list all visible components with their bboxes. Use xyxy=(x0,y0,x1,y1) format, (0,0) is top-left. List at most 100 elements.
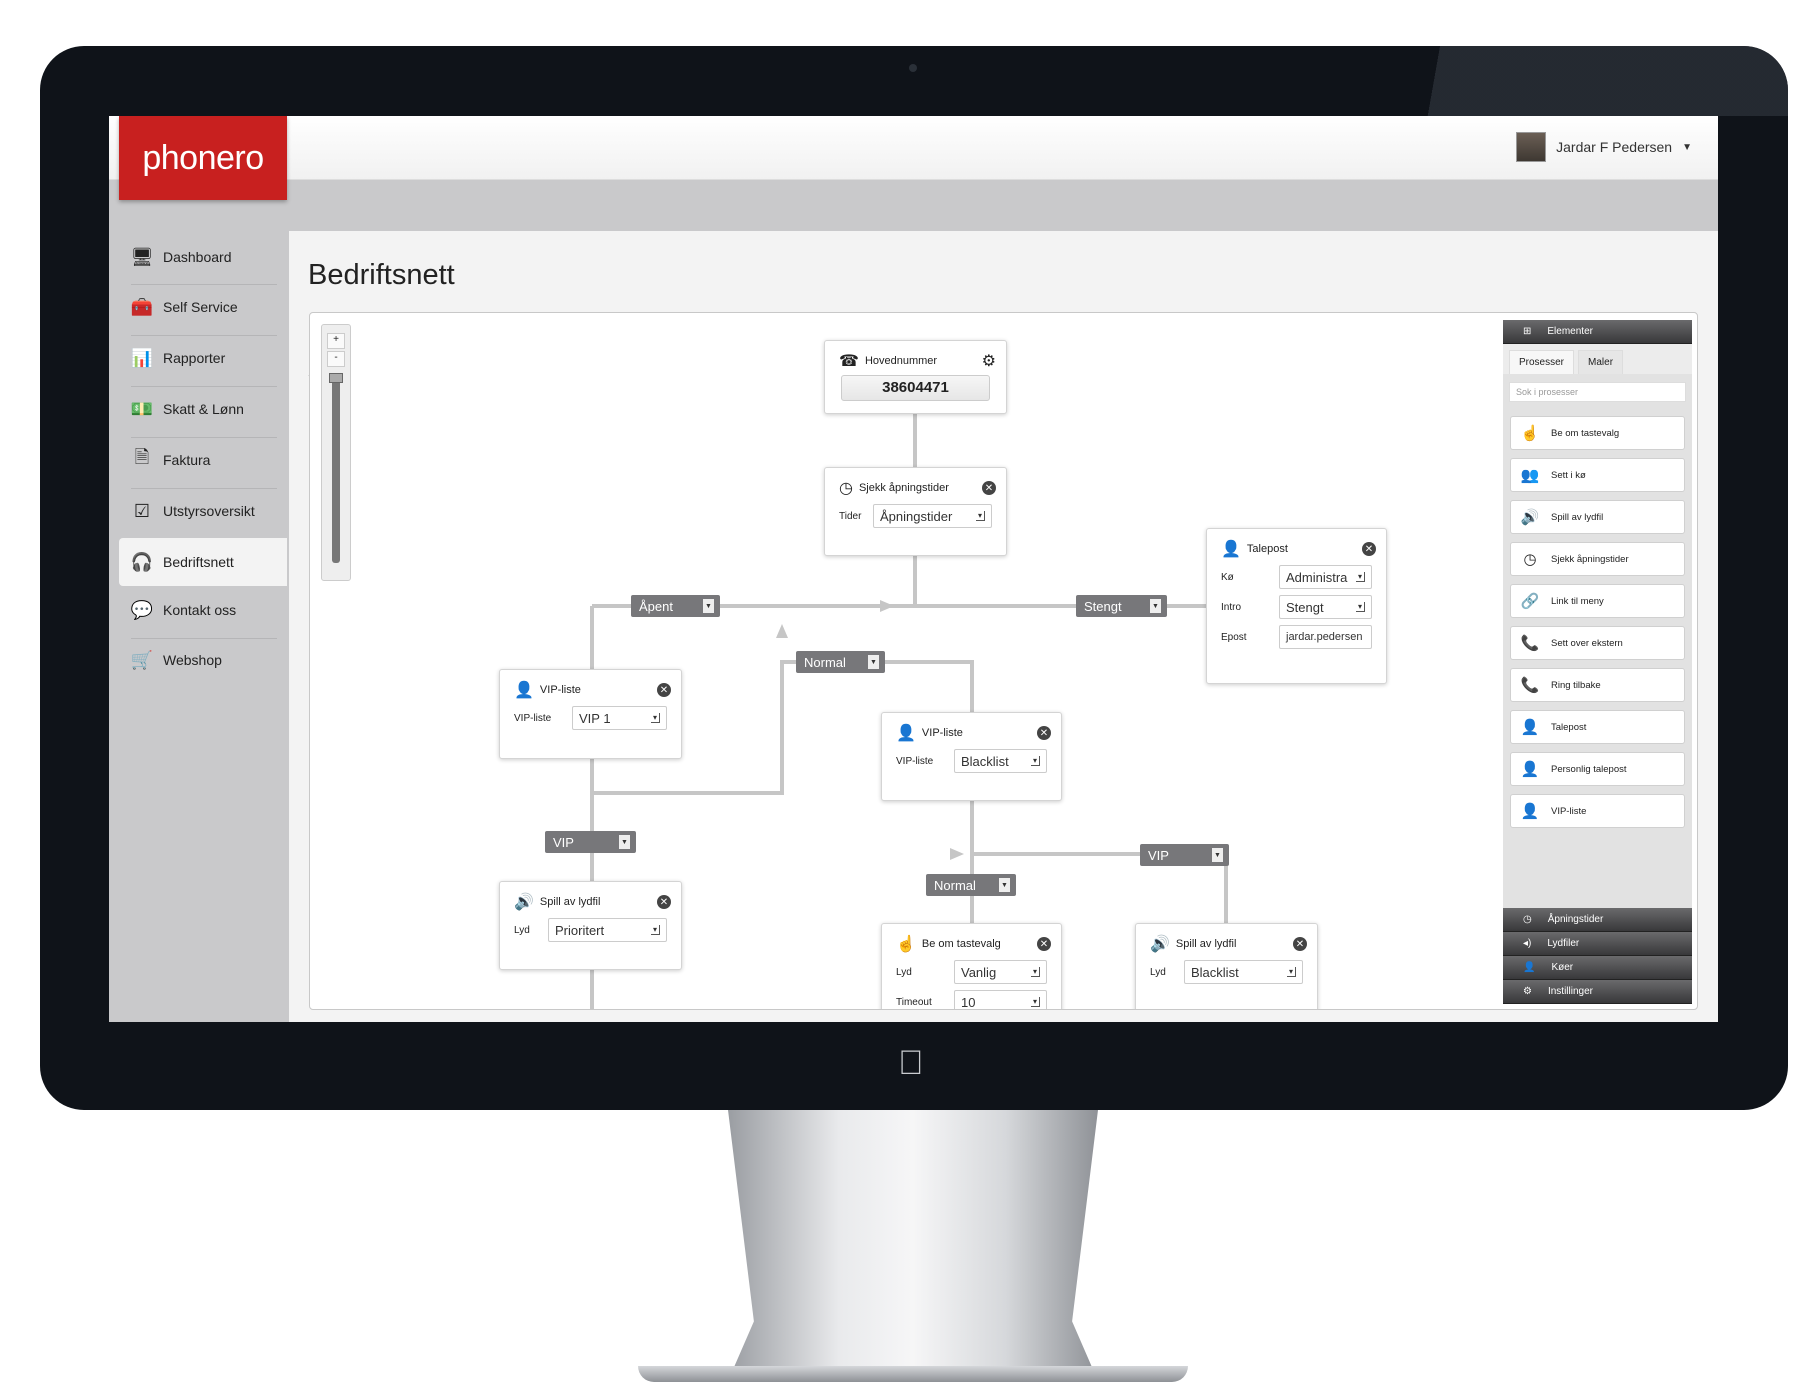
avatar xyxy=(1516,132,1547,162)
branch-stengt[interactable]: Stengt ▼ xyxy=(1076,595,1167,617)
timeout-select[interactable]: 10 ▾ xyxy=(954,990,1047,1009)
queue-icon: 👥 xyxy=(1520,467,1540,484)
user-icon: 👤 xyxy=(1523,962,1536,973)
process-talepost[interactable]: 👤 Talepost xyxy=(1510,710,1685,744)
toolbox-icon: 🧰 xyxy=(130,296,154,317)
report-icon: 📊 xyxy=(130,347,154,368)
branch-vip[interactable]: VIP ▼ xyxy=(545,831,636,853)
intro-select[interactable]: Stengt ▾ xyxy=(1279,595,1372,619)
node-hovednummer[interactable]: ☎ Hovednummer ⚙ 38604471 xyxy=(824,340,1007,414)
process-personlig-talepost[interactable]: 👤 Personlig talepost xyxy=(1510,752,1685,786)
page-title: Bedriftsnett xyxy=(308,259,455,291)
close-icon[interactable]: ✕ xyxy=(1037,726,1051,740)
clock-icon: ◷ xyxy=(1523,551,1537,568)
monitor-stand xyxy=(728,1110,1098,1381)
keypad-icon: ☝ xyxy=(1520,425,1540,442)
node-spill-av-lydfil-2[interactable]: 🔊 Spill av lydfil ✕ Lyd Blacklist ▾ xyxy=(1135,923,1318,1009)
sidebar: 🖥 Dashboard 🧰 Self Service 📊 Rapporter 💵 Ska… xyxy=(109,231,287,1022)
branch-apent[interactable]: Åpent ▼ xyxy=(631,595,720,617)
user-icon: 👤 xyxy=(1520,803,1540,820)
node-sjekk-apningstider[interactable]: ◷ Sjekk åpningstider ✕ Tider Åpningstider ▾ xyxy=(824,467,1007,556)
lyd-select[interactable]: Prioritert ▾ xyxy=(548,918,667,942)
node-be-om-tastevalg[interactable]: ☝ Be om tastevalg ✕ Lyd Vanlig ▾ Timeout 10 ▾ xyxy=(881,923,1062,1009)
node-spill-av-lydfil[interactable]: 🔊 Spill av lydfil ✕ Lyd Prioritert ▾ xyxy=(499,881,682,970)
top-header: Jardar F Pedersen ▼ xyxy=(109,116,1718,180)
node-vip-liste[interactable]: 👤 VIP-liste ✕ VIP-liste VIP 1 ▾ xyxy=(499,669,682,759)
lyd-select-2[interactable]: Vanlig ▾ xyxy=(954,960,1047,984)
sidebar-item-self-service[interactable]: 🧰 Self Service xyxy=(119,283,287,331)
search-input[interactable]: Sok i prosesser xyxy=(1509,382,1686,402)
footer-instillinger[interactable]: ⚙ Instillinger xyxy=(1503,980,1692,1004)
close-icon[interactable]: ✕ xyxy=(1037,937,1051,951)
speaker-icon: 🔊 xyxy=(514,894,534,911)
close-icon[interactable]: ✕ xyxy=(1293,937,1307,951)
monitor-icon: 🖥 xyxy=(130,246,154,267)
chevron-down-icon: ▼ xyxy=(1682,141,1692,153)
bezel-glare xyxy=(1400,46,1788,116)
node-talepost[interactable]: 👤 Talepost ✕ Kø Administra ▾ Intro Stengt ▾ Ep… xyxy=(1206,528,1387,684)
footer-koer[interactable]: 👤 Køer xyxy=(1503,956,1692,980)
speaker-icon: ◂) xyxy=(1523,938,1532,949)
process-spill-av-lydfil[interactable]: 🔊 Spill av lydfil xyxy=(1510,500,1685,534)
ko-select[interactable]: Administra ▾ xyxy=(1279,565,1372,589)
close-icon[interactable]: ✕ xyxy=(657,683,671,697)
user-icon: 👤 xyxy=(514,682,534,699)
process-sett-over-ekstern[interactable]: 📞 Sett over ekstern xyxy=(1510,626,1685,660)
epost-input[interactable]: jardar.pedersen xyxy=(1279,625,1372,649)
main-content: Bedriftsnett + - ☎ Hovednummer ⚙ 38604471 … xyxy=(289,231,1718,1022)
keypad-icon: ☝ xyxy=(896,936,916,953)
sidebar-item-faktura[interactable]: 🗎 Faktura xyxy=(119,436,287,484)
branch-normal-2[interactable]: Normal ▼ xyxy=(926,874,1016,896)
sidebar-item-bedriftsnett[interactable]: 🎧 Bedriftsnett xyxy=(119,538,287,586)
close-icon[interactable]: ✕ xyxy=(982,481,996,495)
gear-icon: ⚙ xyxy=(1523,986,1532,997)
sidebar-item-dashboard[interactable]: 🖥 Dashboard xyxy=(119,233,287,281)
monitor-foot xyxy=(638,1366,1188,1382)
cart-icon: 🛒 xyxy=(130,649,154,670)
tider-select[interactable]: Åpningstider ▾ xyxy=(873,504,992,528)
sidebar-item-skatt[interactable]: 💵 Skatt & Lønn xyxy=(119,385,287,433)
close-icon[interactable]: ✕ xyxy=(1362,542,1376,556)
tab-maler[interactable]: Maler xyxy=(1578,350,1624,374)
branch-vip-2[interactable]: VIP ▼ xyxy=(1140,844,1229,866)
callback-icon: 📞 xyxy=(1520,677,1540,694)
apple-logo-icon:  xyxy=(898,1044,924,1083)
transfer-icon: 📞 xyxy=(1520,635,1540,652)
process-sett-i-ko[interactable]: 👥 Sett i kø xyxy=(1510,458,1685,492)
sidebar-item-webshop[interactable]: 🛒 Webshop xyxy=(119,636,287,684)
node-vip-liste-2[interactable]: 👤 VIP-liste ✕ VIP-liste Blacklist ▾ xyxy=(881,712,1062,801)
clock-icon: ◷ xyxy=(1523,914,1532,925)
money-icon: 💵 xyxy=(130,398,154,419)
vip-liste-select[interactable]: VIP 1 ▾ xyxy=(572,706,667,730)
process-vip-liste[interactable]: 👤 VIP-liste xyxy=(1510,794,1685,828)
hierarchy-icon: ⊞ xyxy=(1523,326,1532,337)
phone-icon: ☎ xyxy=(839,353,859,370)
elements-header: ⊞ Elementer xyxy=(1503,320,1692,344)
vip-liste-select-2[interactable]: Blacklist ▾ xyxy=(954,749,1047,773)
lyd-select-3[interactable]: Blacklist ▾ xyxy=(1184,960,1303,984)
headset-icon: 🎧 xyxy=(130,551,154,572)
sidebar-item-utstyrsoversikt[interactable]: ☑ Utstyrsoversikt xyxy=(119,487,287,535)
footer-lydfiler[interactable]: ◂) Lydfiler xyxy=(1503,932,1692,956)
branch-normal[interactable]: Normal ▼ xyxy=(796,651,885,673)
user-icon: 👤 xyxy=(1221,541,1241,558)
sidebar-item-kontakt[interactable]: 💬 Kontakt oss xyxy=(119,586,287,634)
document-icon: 🗎 xyxy=(134,447,150,467)
close-icon[interactable]: ✕ xyxy=(657,895,671,909)
process-ring-tilbake[interactable]: 📞 Ring tilbake xyxy=(1510,668,1685,702)
logo[interactable]: phonero xyxy=(119,116,287,200)
gear-icon[interactable]: ⚙ xyxy=(982,351,996,371)
checklist-icon: ☑ xyxy=(133,500,151,521)
sidebar-item-rapporter[interactable]: 📊 Rapporter xyxy=(119,334,287,382)
link-icon: 🔗 xyxy=(1520,593,1540,610)
user-menu[interactable]: Jardar F Pedersen ▼ xyxy=(1516,132,1692,162)
process-sjekk-apningstider[interactable]: ◷ Sjekk åpningstider xyxy=(1510,542,1685,576)
process-be-om-tastevalg[interactable]: ☝ Be om tastevalg xyxy=(1510,416,1685,450)
flow-canvas[interactable]: + - ☎ Hovednummer ⚙ 38604471 ◷ Sjekk åpning… xyxy=(309,312,1698,1010)
process-link-til-meny[interactable]: 🔗 Link til meny xyxy=(1510,584,1685,618)
screen: Jardar F Pedersen ▼ phonero 🖥 Dashboard 🧰… xyxy=(109,116,1718,1022)
footer-apningstider[interactable]: ◷ Åpningstider xyxy=(1503,908,1692,932)
tab-prosesser[interactable]: Prosesser xyxy=(1509,350,1575,374)
chat-icon: 💬 xyxy=(130,599,154,620)
main-number: 38604471 xyxy=(841,375,990,401)
